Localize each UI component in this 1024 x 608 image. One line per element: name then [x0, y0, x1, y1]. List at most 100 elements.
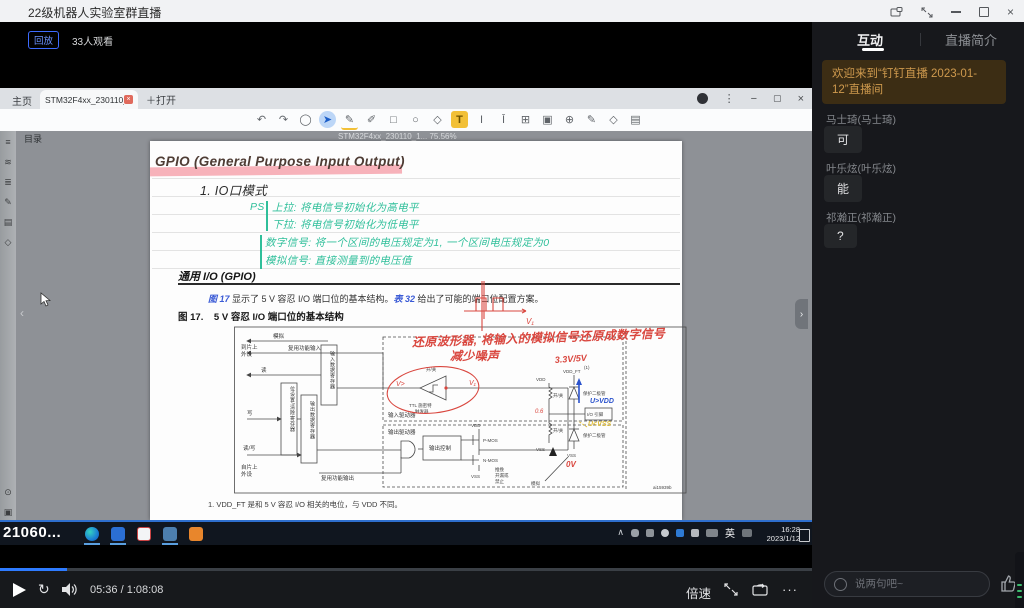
tray-date: 2023/1/12 [767, 534, 800, 543]
figure-title: 5 V 容忍 I/O 端口位的基本结构 [214, 312, 344, 323]
tray-clock[interactable]: 16:28 2023/1/12 [767, 525, 800, 543]
open-file-button[interactable]: ＋打开 [146, 92, 176, 107]
play-button[interactable] [13, 583, 26, 597]
chat-app-icon[interactable] [163, 527, 177, 541]
polygon-tool-icon[interactable]: ◇ [429, 111, 446, 128]
image-tool-icon[interactable]: ▣ [539, 111, 556, 128]
pen-icon[interactable]: ✐ [363, 111, 380, 128]
toc-label[interactable]: 目录 [24, 132, 42, 145]
diagram-label: 外设 [241, 470, 253, 478]
volume-icon[interactable] [62, 583, 78, 596]
undo-icon[interactable]: ↶ [253, 111, 270, 128]
more-options-icon[interactable]: ··· [782, 582, 798, 597]
chat-input[interactable] [853, 577, 967, 591]
minimize-icon[interactable] [951, 11, 961, 13]
diagram-label: VDD [471, 423, 481, 428]
textbox-icon[interactable]: ⊞ [517, 111, 534, 128]
ellipse-tool-icon[interactable]: ○ [407, 111, 424, 128]
maximize-icon[interactable] [979, 7, 989, 17]
video-player[interactable]: 回放 33人观看 主页 STM32F4xx_230110_1... × ＋打开 … [0, 22, 812, 608]
tray-input-icon[interactable] [742, 529, 752, 537]
page-panel-icon[interactable]: ▤ [4, 217, 13, 227]
home-tab[interactable]: 主页 [12, 93, 32, 108]
diagram-label: (1) [584, 365, 590, 370]
files-app-icon[interactable] [189, 527, 203, 541]
fig-ref-link[interactable]: 图 17 [208, 294, 230, 304]
chat-input-box[interactable] [824, 571, 990, 597]
text-edit-icon[interactable]: Ī [495, 111, 512, 128]
doc-heading: 通用 I/O (GPIO) [178, 268, 256, 284]
window-title: 22级机器人实验室群直播 [28, 4, 161, 21]
annotations-icon[interactable]: ≋ [4, 157, 12, 167]
outline-icon[interactable]: ≣ [4, 177, 12, 187]
diagram-label: 写 [247, 410, 253, 417]
next-page-button[interactable]: › [795, 299, 808, 329]
docs-app-icon[interactable] [111, 527, 125, 541]
notification-center-icon[interactable] [799, 529, 810, 542]
app-close-icon[interactable]: × [798, 93, 804, 105]
redo-icon[interactable]: ↷ [275, 111, 292, 128]
text-cursor-icon[interactable]: I [473, 111, 490, 128]
edge-browser-icon[interactable] [85, 527, 99, 541]
tray-lock-icon[interactable] [646, 529, 654, 537]
app-menu-icon[interactable]: ⋮ [724, 92, 735, 105]
cast-screen-icon[interactable] [752, 583, 768, 596]
speed-button[interactable]: 倍速 [686, 583, 711, 602]
diagram-ref: ai15939b [653, 485, 672, 490]
frame-icon[interactable]: ▣ [4, 507, 13, 517]
signature-icon[interactable]: ✎ [583, 111, 600, 128]
diagram-label: 保护二极管 [583, 432, 606, 439]
emoji-icon[interactable] [834, 578, 847, 591]
eraser-icon[interactable]: ◯ [297, 111, 314, 128]
tray-keyboard-icon[interactable] [706, 529, 718, 537]
pan-hand-icon[interactable]: ⊙ [4, 487, 12, 497]
highlighter-pen-icon[interactable]: ✎ [341, 111, 358, 130]
replay-icon[interactable]: ↻ [38, 581, 50, 598]
close-icon[interactable]: × [1007, 5, 1014, 19]
tab-live-intro[interactable]: 直播简介 [945, 30, 997, 49]
handwritten-io-mode: 1. IO口模式 [200, 180, 267, 199]
tab-interaction[interactable]: 互动 [857, 30, 883, 49]
select-tool-icon[interactable]: ➤ [319, 111, 336, 128]
notes-panel-icon[interactable]: ▤ [627, 111, 644, 128]
stamp-icon[interactable]: ◇ [605, 111, 622, 128]
expand-window-icon[interactable] [921, 7, 933, 18]
pen-panel-icon[interactable]: ✎ [4, 197, 12, 207]
document-tab[interactable]: STM32F4xx_230110_1... × [40, 90, 138, 109]
green-brace [260, 235, 262, 269]
diagram-label: 位设置/清除寄存器 [289, 385, 295, 432]
tray-volume-icon[interactable] [691, 529, 699, 537]
reaction-dot [1017, 584, 1022, 586]
document-viewport[interactable]: 目录 STM32F4xx_230110_1... 75.56% ‹ › [16, 131, 812, 520]
prev-page-icon[interactable]: ‹ [20, 306, 24, 320]
diagram-label: 开/关 [553, 392, 564, 399]
fullscreen-icon[interactable] [724, 583, 738, 596]
figure-number: 图 17. [178, 312, 203, 323]
popout-icon[interactable] [890, 7, 903, 18]
ruled-line [152, 178, 680, 179]
app-minimize-icon[interactable]: − [751, 93, 757, 105]
text-highlight-icon[interactable]: T [451, 111, 468, 128]
chat-username: 马士琦(马士琦) [826, 112, 896, 127]
tray-bluetooth-icon[interactable] [676, 529, 684, 537]
account-avatar[interactable] [697, 93, 708, 104]
hidden-icons-chevron[interactable]: ∧ [617, 527, 624, 538]
rectangle-tool-icon[interactable]: □ [385, 111, 402, 128]
diagram-label: 读/写 [243, 444, 256, 452]
red-voltage-note: 3.3V/5V [554, 353, 588, 365]
tab-close-icon[interactable]: × [124, 95, 133, 104]
table-ref-link[interactable]: 表 32 [394, 294, 416, 304]
diagram-label: N-MOS [483, 458, 498, 463]
green-brace [266, 201, 268, 231]
tray-ime-label[interactable]: 英 [725, 525, 735, 540]
reader-app-icon[interactable] [137, 527, 151, 541]
doc-status-text: STM32F4xx_230110_1... 75.56% [338, 132, 457, 141]
thumbnails-icon[interactable]: ≡ [5, 137, 10, 147]
web-link-icon[interactable]: ⊕ [561, 111, 578, 128]
tags-icon[interactable]: ◇ [5, 237, 12, 247]
tray-phone-icon[interactable] [631, 529, 639, 537]
app-maximize-icon[interactable]: ▢ [773, 93, 782, 104]
chat-sidebar: 互动 直播简介 欢迎来到“钉钉直播 2023-01-12”直播间 马士琦(马士琦… [812, 22, 1024, 608]
annotation-toolbar: ↶ ↷ ◯ ➤ ✎ ✐ □ ○ ◇ T I Ī ⊞ ▣ ⊕ ✎ ◇ [0, 109, 812, 132]
tray-mic-icon[interactable] [661, 529, 669, 537]
